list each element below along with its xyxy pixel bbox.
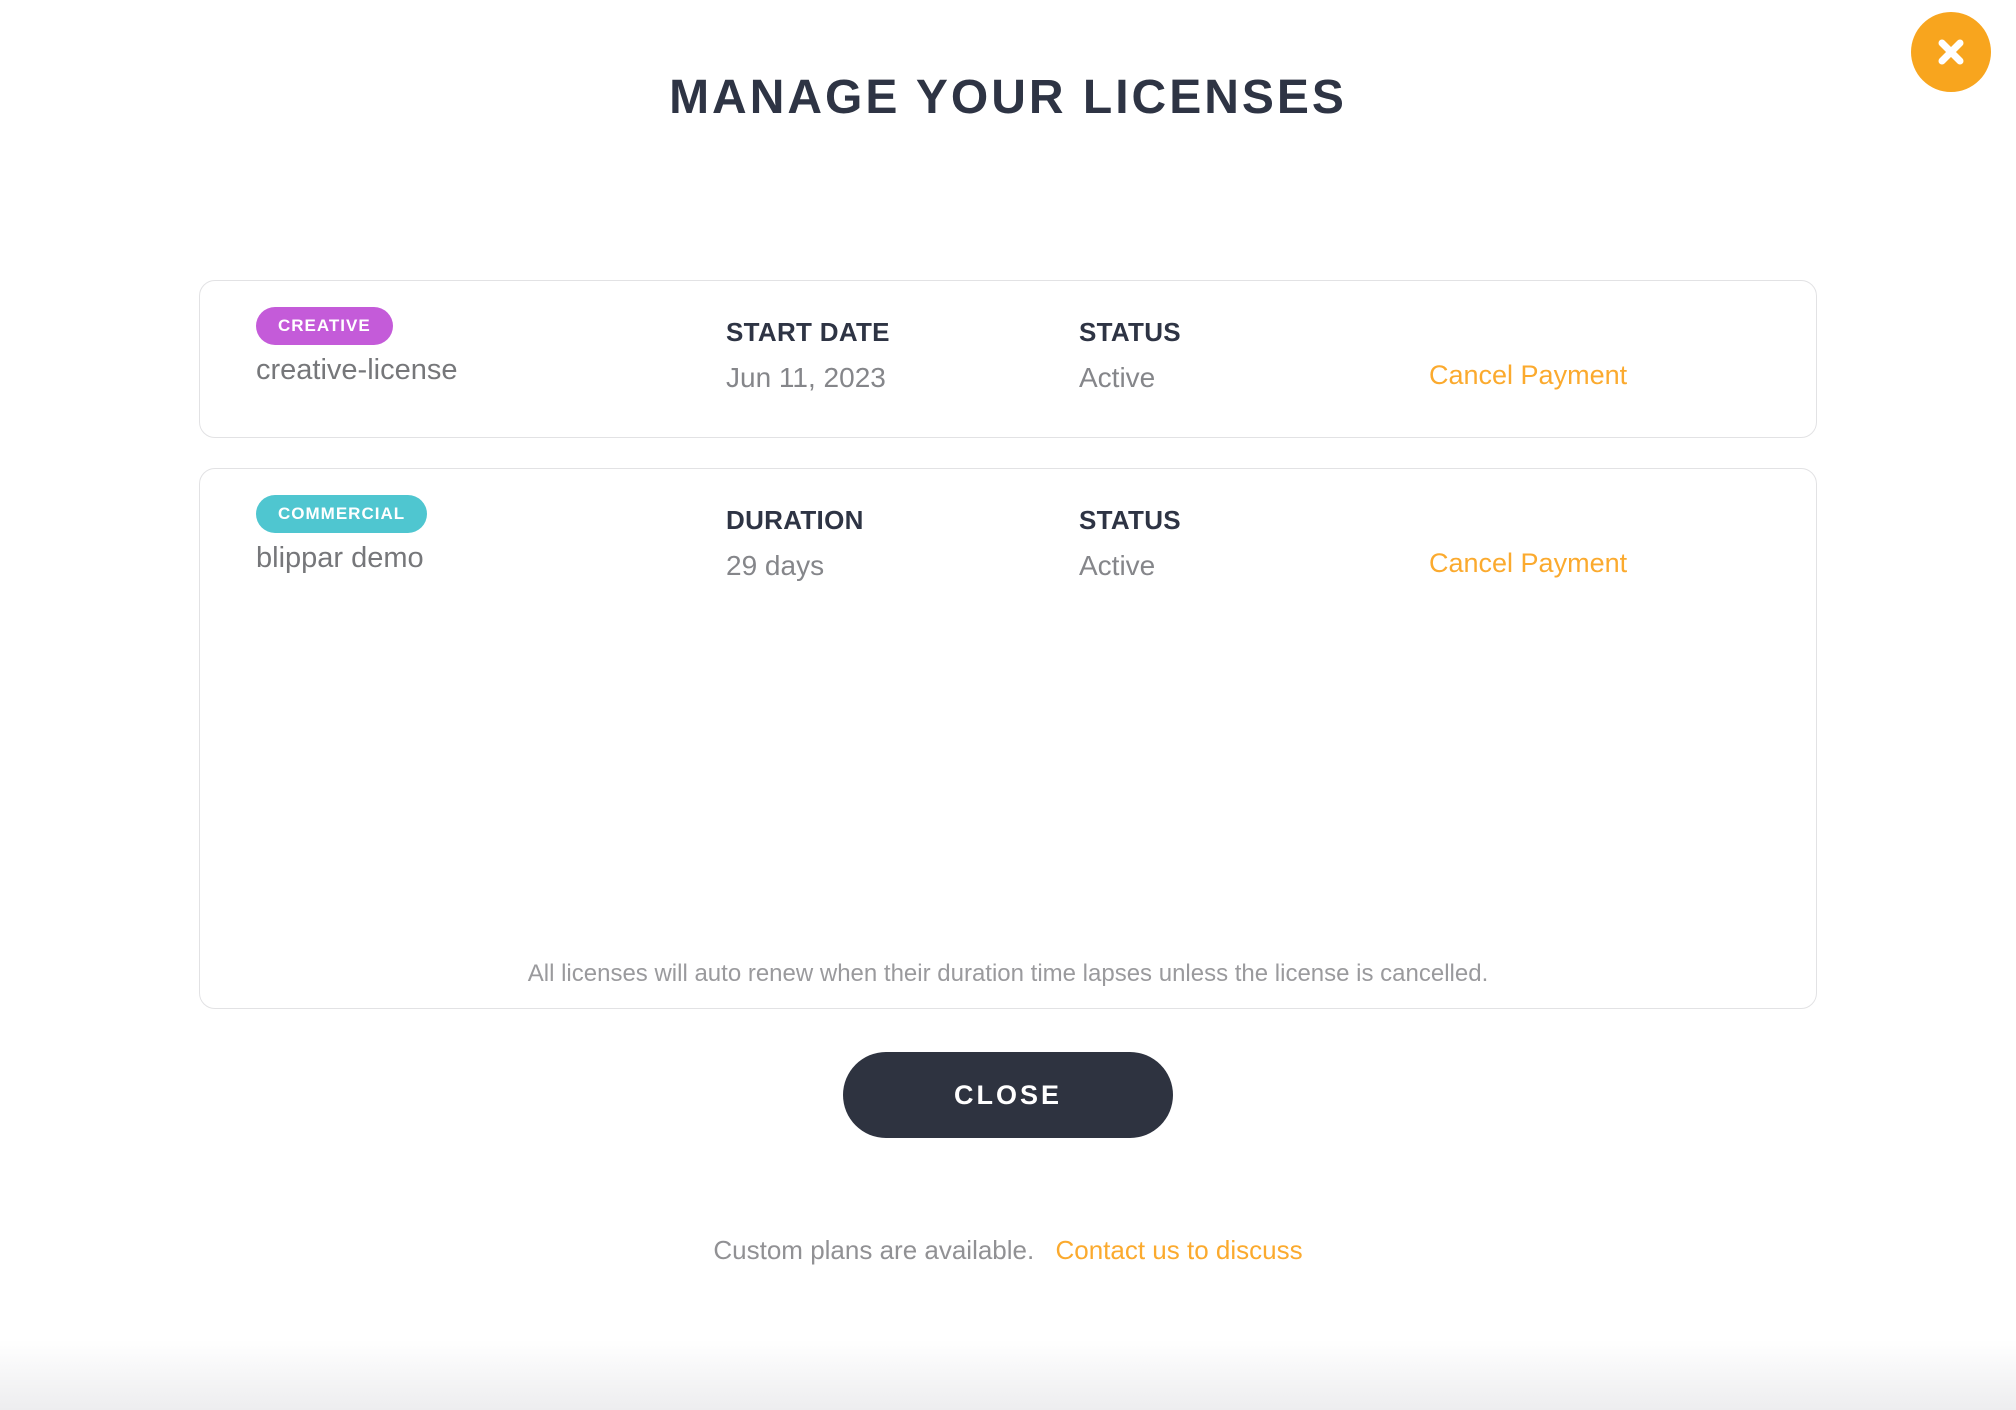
- close-icon: [1933, 34, 1969, 70]
- cancel-payment-link[interactable]: Cancel Payment: [1429, 360, 1627, 390]
- status-column: STATUS Active: [1079, 495, 1429, 582]
- license-type-badge: COMMERCIAL: [256, 495, 427, 533]
- custom-plans-line: Custom plans are available. Contact us t…: [0, 1235, 2016, 1266]
- duration-column: DURATION 29 days: [726, 495, 1079, 582]
- start-date-label: START DATE: [726, 307, 1079, 348]
- modal-close-button[interactable]: [1911, 12, 1991, 92]
- license-list: CREATIVE creative-license START DATE Jun…: [199, 280, 1817, 1009]
- status-value: Active: [1079, 362, 1429, 394]
- contact-us-link[interactable]: Contact us to discuss: [1055, 1235, 1302, 1265]
- start-date-value: Jun 11, 2023: [726, 362, 1079, 394]
- duration-label: DURATION: [726, 495, 1079, 536]
- status-label: STATUS: [1079, 495, 1429, 536]
- license-type-badge: CREATIVE: [256, 307, 393, 345]
- action-column: Cancel Payment: [1429, 307, 1786, 394]
- close-button[interactable]: CLOSE: [843, 1052, 1173, 1138]
- license-name: blippar demo: [256, 542, 726, 575]
- start-date-column: START DATE Jun 11, 2023: [726, 307, 1079, 394]
- auto-renew-note: All licenses will auto renew when their …: [200, 960, 1816, 988]
- cancel-payment-link[interactable]: Cancel Payment: [1429, 548, 1627, 578]
- license-name: creative-license: [256, 354, 726, 387]
- license-card-creative: CREATIVE creative-license START DATE Jun…: [199, 280, 1817, 438]
- license-identity-column: CREATIVE creative-license: [256, 307, 726, 394]
- license-card-commercial: COMMERCIAL blippar demo DURATION 29 days…: [199, 468, 1817, 1009]
- modal-title: MANAGE YOUR LICENSES: [0, 0, 2016, 126]
- duration-value: 29 days: [726, 550, 1079, 582]
- status-column: STATUS Active: [1079, 307, 1429, 394]
- status-value: Active: [1079, 550, 1429, 582]
- status-label: STATUS: [1079, 307, 1429, 348]
- license-identity-column: COMMERCIAL blippar demo: [256, 495, 726, 582]
- action-column: Cancel Payment: [1429, 495, 1786, 582]
- manage-licenses-modal: MANAGE YOUR LICENSES CREATIVE creative-l…: [0, 0, 2016, 1410]
- custom-plans-text: Custom plans are available.: [713, 1235, 1034, 1265]
